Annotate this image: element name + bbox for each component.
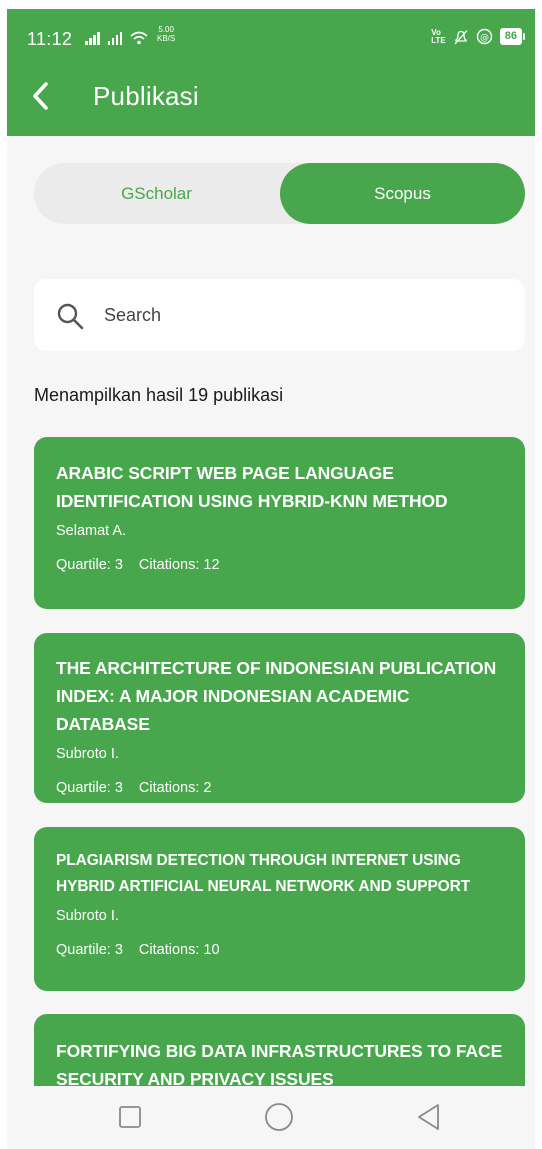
publication-quartile: Quartile: 3	[56, 557, 123, 573]
back-triangle-icon[interactable]	[412, 1100, 446, 1134]
publication-card[interactable]: PLAGIARISM DETECTION THROUGH INTERNET US…	[34, 827, 525, 991]
tab-scopus[interactable]: Scopus	[280, 163, 525, 224]
system-nav-bar	[7, 1086, 535, 1149]
home-circle-icon[interactable]	[262, 1100, 296, 1134]
source-tabs: GScholar Scopus	[34, 163, 525, 224]
signal-icon	[85, 31, 148, 45]
publication-title: ARABIC SCRIPT WEB PAGE LANGUAGE IDENTIFI…	[56, 463, 448, 511]
status-time: 11:12	[27, 29, 73, 49]
publication-title: THE ARCHITECTURE OF INDONESIAN PUBLICATI…	[56, 658, 497, 734]
publication-meta: Quartile: 3 Citations: 10	[56, 942, 503, 958]
publication-list[interactable]: ARABIC SCRIPT WEB PAGE LANGUAGE IDENTIFI…	[34, 437, 525, 1087]
wifi-icon	[130, 31, 148, 45]
publication-author: Selamat A.	[56, 523, 127, 539]
search-bar[interactable]	[34, 279, 525, 351]
status-bar: 11:12 5.00 KB/S Vo LTE @ 86	[7, 9, 535, 65]
net-speed: 5.00 KB/S	[157, 25, 176, 43]
publication-title: PLAGIARISM DETECTION THROUGH INTERNET US…	[56, 852, 471, 895]
tab-gscholar[interactable]: GScholar	[34, 163, 279, 224]
search-icon	[57, 303, 84, 330]
publication-card[interactable]: FORTIFYING BIG DATA INFRASTRUCTURES TO F…	[34, 1014, 525, 1087]
svg-text:@: @	[480, 33, 489, 43]
publication-quartile: Quartile: 3	[56, 942, 123, 958]
publication-quartile: Quartile: 3	[56, 780, 123, 796]
status-right: Vo LTE @ 86	[431, 28, 525, 45]
chevron-left-icon[interactable]	[27, 79, 57, 113]
app-screen: 11:12 5.00 KB/S Vo LTE @ 86 Publikasi GS…	[7, 9, 535, 1149]
publication-card[interactable]: ARABIC SCRIPT WEB PAGE LANGUAGE IDENTIFI…	[34, 437, 525, 609]
publication-citations: Citations: 10	[138, 942, 220, 958]
publication-citations: Citations: 2	[138, 780, 212, 796]
volte-icon: Vo LTE	[431, 27, 446, 45]
publication-citations: Citations: 12	[138, 557, 220, 573]
publication-meta: Quartile: 3 Citations: 12	[56, 557, 503, 573]
publication-author: Subroto I.	[56, 746, 119, 762]
app-bar: Publikasi	[7, 69, 535, 129]
data-saver-icon: @	[476, 28, 492, 45]
result-count: Menampilkan hasil 19 publikasi	[34, 385, 284, 405]
publication-meta: Quartile: 3 Citations: 2	[56, 780, 503, 796]
publication-author: Subroto I.	[56, 908, 119, 924]
battery-icon: 86	[499, 28, 525, 45]
publication-title: FORTIFYING BIG DATA INFRASTRUCTURES TO F…	[56, 1041, 503, 1087]
recents-square-icon[interactable]	[113, 1100, 147, 1134]
publication-card[interactable]: THE ARCHITECTURE OF INDONESIAN PUBLICATI…	[34, 633, 525, 803]
search-input[interactable]	[104, 297, 504, 333]
page-title: Publikasi	[93, 81, 199, 111]
bell-off-icon	[454, 29, 468, 44]
header: 11:12 5.00 KB/S Vo LTE @ 86 Publikasi	[7, 9, 535, 136]
